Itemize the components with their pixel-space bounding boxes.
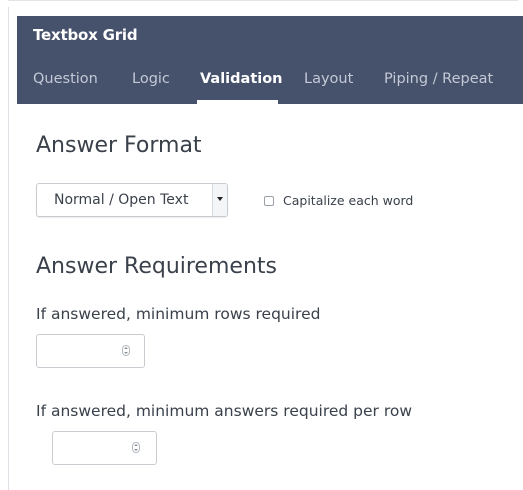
answer-format-select[interactable]: Normal / Open Text	[36, 183, 228, 217]
answer-format-heading: Answer Format	[36, 133, 202, 158]
answer-requirements-heading: Answer Requirements	[36, 254, 277, 279]
tab-layout[interactable]: Layout	[304, 71, 353, 87]
capitalize-each-word-checkbox[interactable]	[264, 196, 274, 206]
min-answers-per-row-label: If answered, minimum answers required pe…	[36, 402, 413, 420]
answer-format-select-value: Normal / Open Text	[54, 192, 189, 208]
question-editor-header: Textbox Grid Question Logic Validation L…	[17, 16, 523, 104]
select-dropdown-button[interactable]	[212, 184, 227, 216]
question-type-title: Textbox Grid	[33, 26, 138, 44]
min-rows-spinner-icon[interactable]	[122, 345, 130, 356]
tab-piping-repeat[interactable]: Piping / Repeat	[384, 71, 493, 87]
min-rows-label: If answered, minimum rows required	[36, 305, 321, 323]
tab-logic[interactable]: Logic	[132, 71, 170, 87]
active-tab-indicator	[197, 100, 278, 104]
chevron-down-icon	[217, 197, 223, 201]
tab-question[interactable]: Question	[33, 71, 98, 87]
min-answers-spinner-icon[interactable]	[132, 442, 140, 453]
tab-validation[interactable]: Validation	[200, 71, 283, 87]
min-answers-per-row-input[interactable]	[52, 431, 157, 465]
capitalize-each-word-label[interactable]: Capitalize each word	[283, 193, 413, 208]
